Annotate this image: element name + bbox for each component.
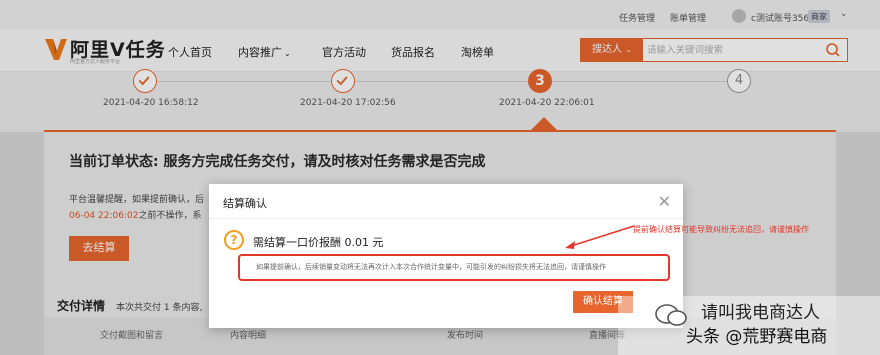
warning-text: 如果提前确认，后续销量变动将无法再次计入本次合作统计变量中，可能引发的纠纷损失将… [256,263,606,271]
watermark-line-2: 头条 @荒野赛电商 [686,327,828,347]
annotation-arrow-icon [565,225,635,249]
settlement-price-text: 需结算一口价报酬 0.01 元 [253,236,384,249]
watermark-line-1: 请叫我电商达人 [701,303,820,323]
dialog-divider [209,218,683,219]
question-icon: ? [224,230,244,250]
annotation-text: 提前确认结算可能导致纠纷无法追回，请谨慎操作 [633,225,809,234]
settlement-confirm-dialog: 结算确认 ✕ ? 需结算一口价报酬 0.01 元 如果提前确认，后续销量变动将无… [209,184,683,328]
wechat-logo-icon [655,304,687,326]
dialog-title: 结算确认 [223,197,267,210]
close-icon[interactable]: ✕ [658,192,671,211]
